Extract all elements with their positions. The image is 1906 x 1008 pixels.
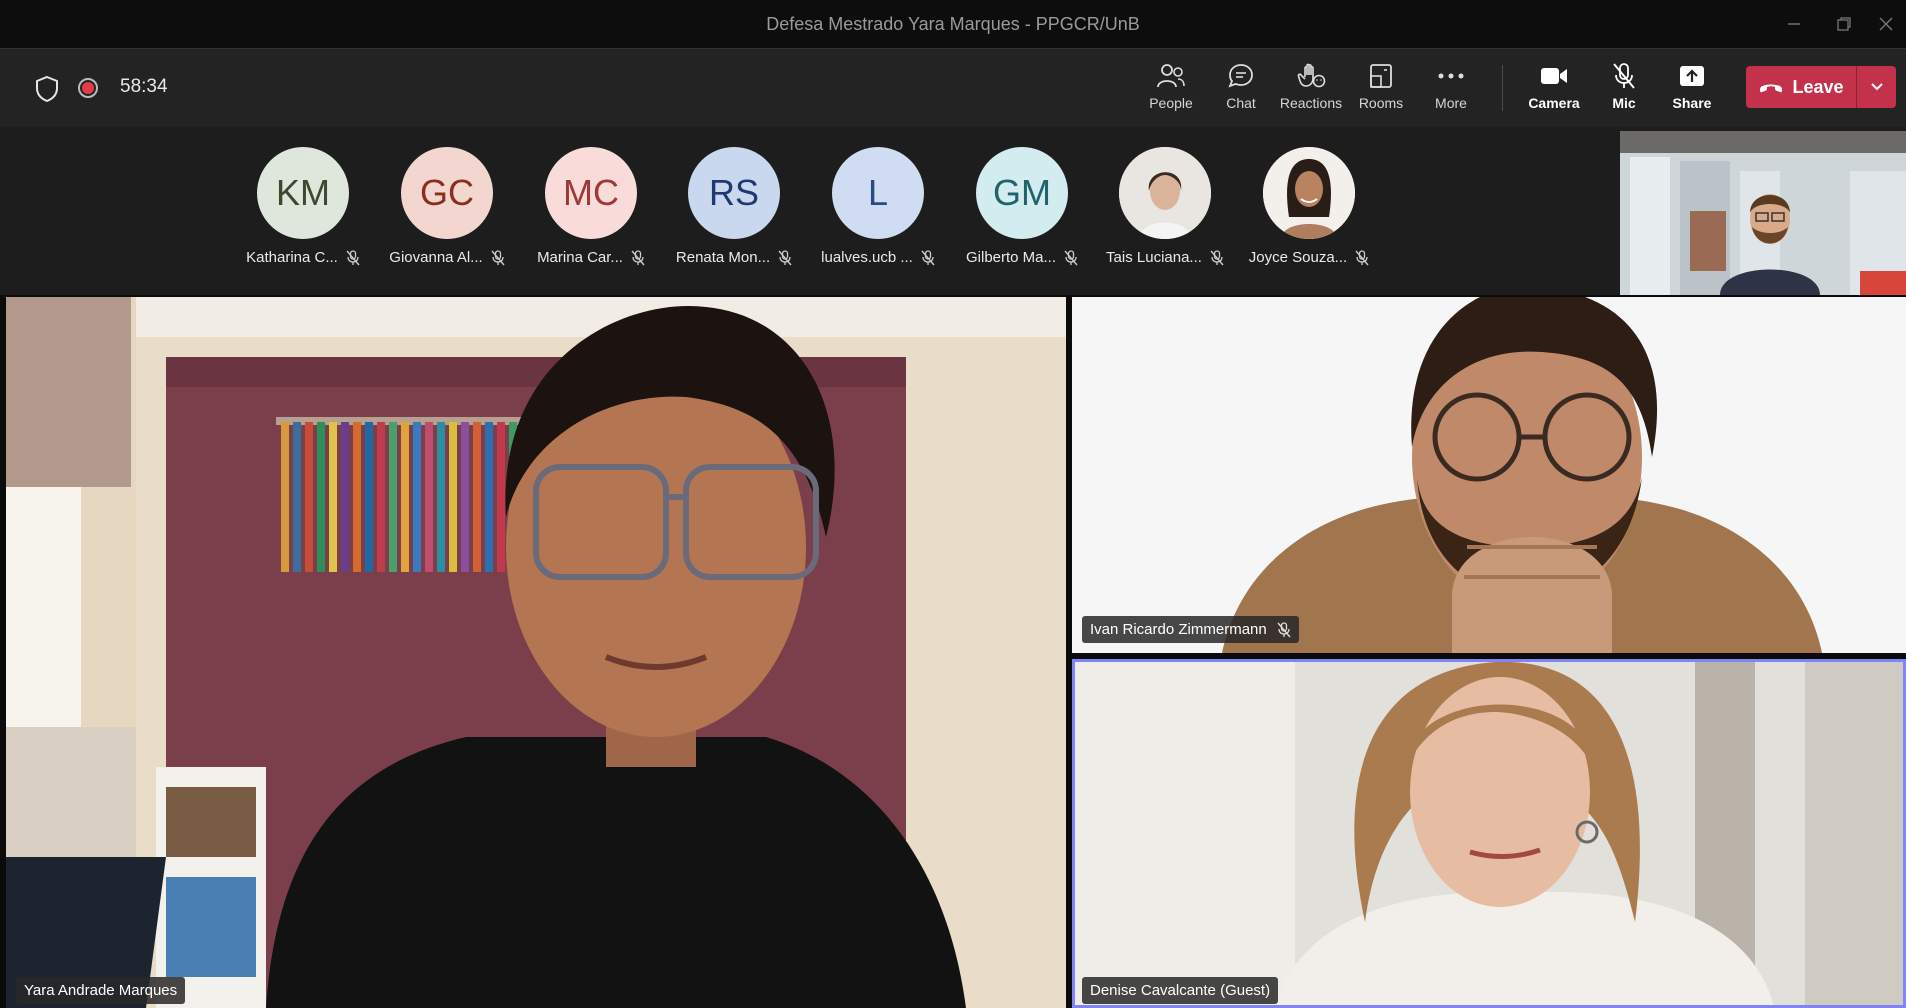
- participant-name-tag: Denise Cavalcante (Guest): [1082, 977, 1279, 1004]
- video-tile-right-top[interactable]: Ivan Ricardo Zimmermann: [1072, 297, 1906, 653]
- shield-icon: [34, 75, 60, 108]
- window-title-bar: Defesa Mestrado Yara Marques - PPGCR/UnB: [0, 0, 1906, 48]
- participant-name: Joyce Souza...: [1248, 249, 1348, 266]
- participant-name: Giovanna Al...: [389, 249, 483, 266]
- avatar: GM: [976, 147, 1068, 239]
- window-title: Defesa Mestrado Yara Marques - PPGCR/UnB: [766, 14, 1140, 34]
- share-button[interactable]: Share: [1652, 59, 1732, 119]
- participant-name: Ivan Ricardo Zimmermann: [1090, 621, 1267, 638]
- avatar-photo: [1263, 147, 1355, 239]
- meeting-toolbar: 58:34 People Chat Reactions Rooms More C…: [0, 48, 1906, 127]
- rooms-icon: [1341, 59, 1421, 93]
- mic-off-icon: [1210, 249, 1224, 265]
- meeting-timer: 58:34: [120, 76, 168, 97]
- chat-button[interactable]: Chat: [1201, 59, 1281, 119]
- chevron-down-icon: [1870, 83, 1883, 91]
- participant-item[interactable]: RS Renata Mon...: [664, 147, 804, 266]
- video-tile-right-bottom[interactable]: Denise Cavalcante (Guest): [1072, 659, 1906, 1008]
- participant-name: Marina Car...: [537, 249, 623, 266]
- participant-item[interactable]: Joyce Souza...: [1239, 147, 1379, 266]
- share-icon: [1652, 59, 1732, 93]
- avatar: KM: [257, 147, 349, 239]
- restore-button[interactable]: [1824, 8, 1864, 40]
- toolbar-divider: [1502, 65, 1503, 111]
- leave-options-button[interactable]: [1857, 66, 1896, 108]
- camera-button[interactable]: Camera: [1514, 59, 1594, 119]
- leave-button[interactable]: Leave: [1746, 66, 1856, 108]
- leave-button-group: Leave: [1746, 66, 1896, 108]
- participant-item[interactable]: KM Katharina C...: [233, 147, 373, 266]
- mic-off-icon: [921, 249, 935, 265]
- reactions-icon: [1271, 59, 1351, 93]
- mic-off-icon: [1277, 621, 1291, 637]
- participant-name: Denise Cavalcante (Guest): [1090, 982, 1271, 999]
- people-button[interactable]: People: [1131, 59, 1211, 119]
- participant-name-tag: Ivan Ricardo Zimmermann: [1082, 616, 1299, 643]
- more-icon: [1411, 59, 1491, 93]
- participant-name-tag: Yara Andrade Marques: [16, 977, 186, 1004]
- mic-off-icon: [1355, 249, 1369, 265]
- share-label: Share: [1672, 95, 1712, 111]
- mic-off-icon: [778, 249, 792, 265]
- avatar: L: [832, 147, 924, 239]
- participant-item[interactable]: MC Marina Car...: [521, 147, 661, 266]
- hang-up-icon: [1760, 84, 1783, 93]
- participant-name: Renata Mon...: [675, 249, 771, 266]
- close-window-button[interactable]: [1866, 8, 1906, 40]
- rooms-button[interactable]: Rooms: [1341, 59, 1421, 119]
- participant-name: Yara Andrade Marques: [24, 982, 178, 999]
- minimize-icon: [1788, 23, 1800, 25]
- leave-label: Leave: [1792, 76, 1844, 97]
- people-label: People: [1149, 95, 1193, 111]
- participant-name: Katharina C...: [246, 249, 338, 266]
- avatar: MC: [545, 147, 637, 239]
- avatar: GC: [401, 147, 493, 239]
- participant-item[interactable]: Tais Luciana...: [1095, 147, 1235, 266]
- participant-item[interactable]: GC Giovanna Al...: [377, 147, 517, 266]
- self-video-preview[interactable]: [1620, 131, 1906, 295]
- mic-off-icon: [631, 249, 645, 265]
- chat-label: Chat: [1226, 95, 1256, 111]
- participant-video: [1075, 662, 1903, 1005]
- mic-off-icon: [346, 249, 360, 265]
- participant-item[interactable]: GM Gilberto Ma...: [952, 147, 1092, 266]
- recording-indicator-icon: [78, 78, 98, 98]
- mic-off-icon: [491, 249, 505, 265]
- avatar: RS: [688, 147, 780, 239]
- participant-name: lualves.ucb ...: [821, 249, 913, 266]
- close-icon: [1879, 17, 1893, 31]
- more-label: More: [1435, 95, 1467, 111]
- more-button[interactable]: More: [1411, 59, 1491, 119]
- reactions-button[interactable]: Reactions: [1271, 59, 1351, 119]
- participant-video: [6, 297, 1066, 1008]
- mic-off-icon: [1064, 249, 1078, 265]
- camera-icon: [1514, 59, 1594, 93]
- camera-label: Camera: [1528, 95, 1580, 111]
- reactions-label: Reactions: [1279, 95, 1343, 111]
- video-tile-main[interactable]: Yara Andrade Marques: [6, 297, 1066, 1008]
- chat-icon: [1201, 59, 1281, 93]
- participant-item[interactable]: L lualves.ucb ...: [808, 147, 948, 266]
- participant-name: Tais Luciana...: [1106, 249, 1202, 266]
- minimize-button[interactable]: [1774, 8, 1814, 40]
- participant-video: [1072, 297, 1906, 653]
- avatar-photo: [1119, 147, 1211, 239]
- people-icon: [1131, 59, 1211, 93]
- restore-icon: [1837, 17, 1851, 31]
- participant-name: Gilberto Ma...: [965, 249, 1057, 266]
- rooms-label: Rooms: [1358, 95, 1404, 111]
